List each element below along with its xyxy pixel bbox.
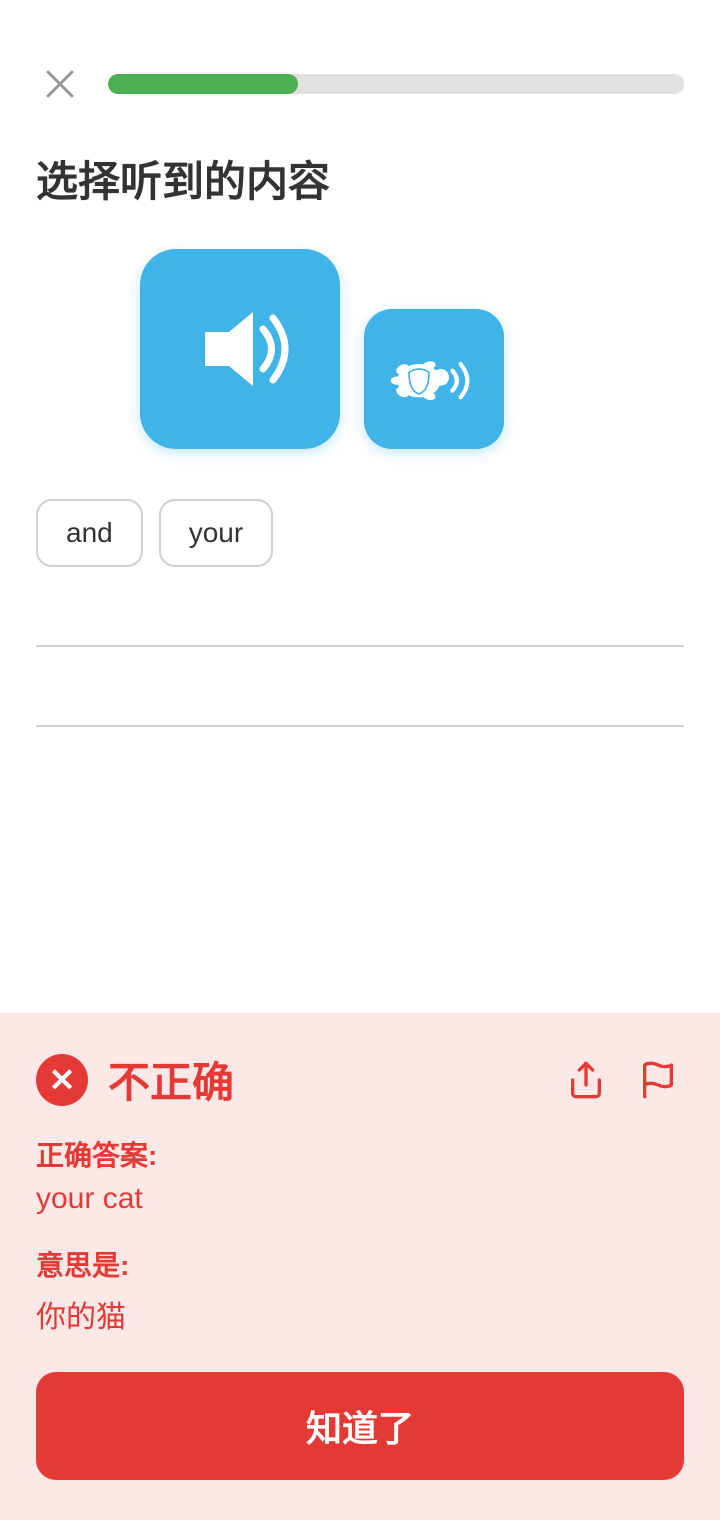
result-left: ✕ 不正确 [36, 1049, 234, 1110]
result-title: 不正确 [108, 1049, 234, 1110]
answer-line-2 [36, 667, 684, 727]
word-chip-and[interactable]: and [36, 499, 143, 567]
result-header: ✕ 不正确 [36, 1049, 684, 1110]
correct-answer-label: 正确答案: [36, 1134, 684, 1174]
audio-buttons-area [0, 239, 720, 489]
close-button[interactable] [36, 60, 84, 108]
word-chip-your[interactable]: your [159, 499, 273, 567]
share-icon [566, 1060, 606, 1100]
meaning-value: 你的猫 [36, 1292, 684, 1336]
header [0, 0, 720, 128]
progress-bar [108, 74, 684, 94]
correct-answer-value: your cat [36, 1182, 684, 1216]
close-icon [42, 66, 78, 102]
got-it-button[interactable]: 知道了 [36, 1372, 684, 1480]
turtle-speaker-icon [384, 339, 484, 419]
speaker-icon [185, 294, 295, 404]
error-x-mark: ✕ [49, 1064, 76, 1096]
slow-speed-audio-button[interactable] [364, 309, 504, 449]
word-choices-area: and your [0, 489, 720, 567]
result-actions [560, 1054, 684, 1106]
progress-bar-fill [108, 74, 298, 94]
flag-button[interactable] [632, 1054, 684, 1106]
page-title: 选择听到的内容 [0, 128, 720, 239]
answer-lines [0, 567, 720, 727]
share-button[interactable] [560, 1054, 612, 1106]
normal-speed-audio-button[interactable] [140, 249, 340, 449]
answer-line-1 [36, 587, 684, 647]
flag-icon [638, 1060, 678, 1100]
error-icon-circle: ✕ [36, 1054, 88, 1106]
meaning-label: 意思是: [36, 1244, 684, 1284]
result-panel: ✕ 不正确 正确答案: your cat 意思是: 你的猫 知道了 [0, 1013, 720, 1520]
